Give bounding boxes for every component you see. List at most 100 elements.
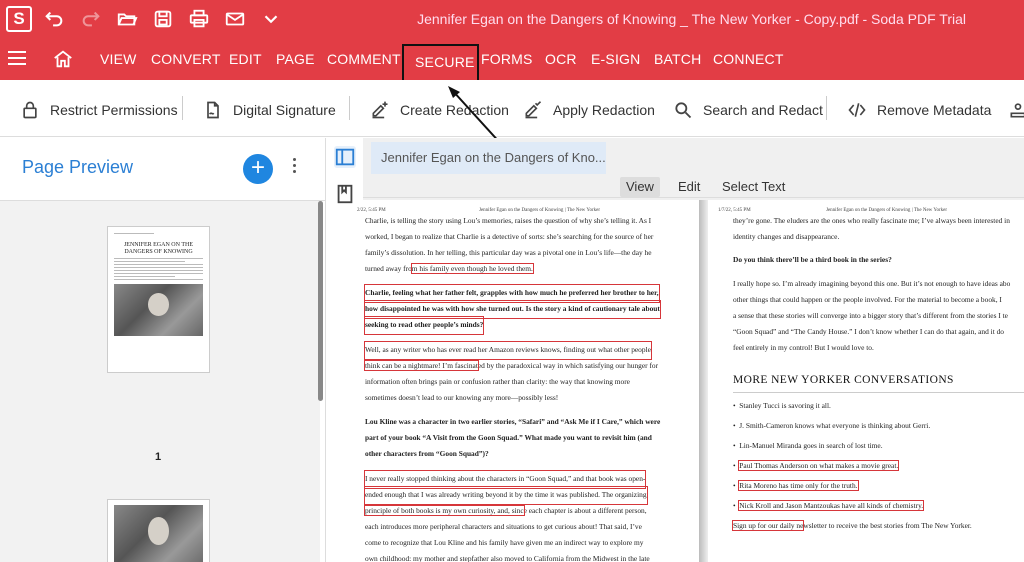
chevron-down-icon[interactable]	[260, 8, 282, 30]
author-photo	[114, 284, 203, 336]
lock-icon	[20, 100, 40, 120]
bookmark-icon[interactable]	[334, 183, 356, 205]
redo-icon[interactable]	[80, 8, 102, 30]
redaction-mark[interactable]: I never really stopped thinking about th…	[363, 470, 647, 489]
view-mode-view[interactable]: View	[620, 177, 660, 197]
soda-logo[interactable]: S	[6, 6, 32, 32]
page-preview-panel: Page Preview + JENNIFER EGAN ON THE DANG…	[0, 138, 326, 562]
redaction-mark[interactable]: ended enough that I was already writing …	[364, 486, 648, 505]
list-item[interactable]: • J. Smith-Cameron knows what everyone i…	[733, 421, 930, 430]
menu-esign[interactable]: E-SIGN	[591, 51, 640, 67]
paragraph-line: family’s dissolution. In her telling, th…	[365, 248, 652, 257]
create-redaction-button[interactable]: Create Redaction	[370, 98, 509, 122]
page-gap	[699, 200, 708, 562]
redaction-mark[interactable]: how disappointed he was with how she tur…	[364, 300, 661, 319]
add-page-button[interactable]: +	[243, 154, 273, 184]
list-item[interactable]: • Paul Thomas Anderson on what makes a m…	[733, 460, 900, 471]
paragraph-line: principle of both books is my own curios…	[364, 505, 647, 516]
menu-bar: VIEW CONVERT EDIT PAGE COMMENT FORMS OCR…	[0, 38, 1024, 80]
paragraph-line: turned away from his family even though …	[365, 263, 534, 274]
remove-metadata-button[interactable]: Remove Metadata	[847, 98, 991, 122]
apply-redaction-button[interactable]: Apply Redaction	[523, 98, 655, 122]
newsletter-line: Sign up for our daily newsletter to rece…	[731, 520, 972, 531]
menu-connect[interactable]: CONNECT	[713, 51, 784, 67]
menu-page[interactable]: PAGE	[276, 51, 315, 67]
email-icon[interactable]	[224, 8, 246, 30]
soda-pdf-window: S Jennifer Egan on the Dangers of Knowin…	[0, 0, 1024, 562]
home-icon[interactable]	[52, 48, 74, 70]
list-item[interactable]: • Stanley Tucci is savoring it all.	[733, 401, 831, 410]
paragraph-line: come to recognize that Lou Kline and his…	[365, 538, 644, 547]
create-redaction-label: Create Redaction	[400, 102, 509, 118]
search-and-redact-label: Search and Redact	[703, 102, 823, 118]
view-mode-bar: View Edit Select Text	[363, 176, 1024, 198]
question-line: other characters from “Goon Squad”)?	[365, 449, 489, 458]
paragraph-line: a sense that these stories will converge…	[733, 311, 1008, 320]
view-mode-select-text[interactable]: Select Text	[716, 177, 791, 197]
author-photo	[114, 505, 203, 562]
redaction-mark[interactable]: think can be a nightmare! I’m fascinat	[364, 360, 479, 371]
page-preview-title: Page Preview	[22, 157, 134, 177]
question-line: Lou Kline was a character in two earlier…	[365, 417, 661, 426]
open-folder-icon[interactable]	[116, 8, 138, 30]
redaction-mark: Rita Moreno has time only for the truth.	[738, 480, 859, 491]
page-thumbnail-2[interactable]	[107, 499, 210, 562]
redaction-mark[interactable]: Well, as any writer who has ever read he…	[364, 341, 652, 360]
question-line: part of your book “A Visit from the Goon…	[365, 433, 652, 442]
menu-batch[interactable]: BATCH	[654, 51, 701, 67]
pdf-page-2: 1/7/22, 5:45 PM Jennifer Egan on the Dan…	[708, 200, 1024, 562]
print-icon[interactable]	[188, 8, 210, 30]
view-mode-edit[interactable]: Edit	[672, 177, 706, 197]
redaction-apply-icon	[523, 100, 543, 120]
thumbnail-scrollbar[interactable]	[318, 201, 323, 401]
restrict-permissions-label: Restrict Permissions	[50, 102, 178, 118]
redaction-mark[interactable]: principle of both books is my own curios…	[364, 505, 525, 516]
redaction-mark[interactable]: Sign up for our daily ne	[731, 520, 805, 531]
question-line: Do you think there’ll be a third book in…	[733, 255, 892, 264]
menu-ocr[interactable]: OCR	[545, 51, 577, 67]
menu-edit[interactable]: EDIT	[229, 51, 262, 67]
signature-document-icon	[203, 100, 223, 120]
section-rule	[733, 392, 1024, 393]
menu-view[interactable]: VIEW	[100, 51, 137, 67]
save-icon[interactable]	[152, 8, 174, 30]
remove-metadata-label: Remove Metadata	[877, 102, 992, 118]
paragraph-line: feel entirely in my control! But I would…	[733, 343, 874, 352]
toolbar-divider	[349, 96, 350, 120]
redaction-mark[interactable]: Charlie, feeling what her father felt, g…	[364, 284, 660, 303]
digital-signature-button[interactable]: Digital Signature	[203, 98, 336, 122]
apply-redaction-label: Apply Redaction	[553, 102, 655, 118]
page-preview-toggle-icon[interactable]	[334, 146, 356, 168]
remove-metadata-icon	[847, 100, 867, 120]
search-and-redact-button[interactable]: Search and Redact	[673, 98, 823, 122]
title-bar: S Jennifer Egan on the Dangers of Knowin…	[0, 0, 1024, 38]
menu-comment[interactable]: COMMENT	[327, 51, 401, 67]
toolbar-divider	[182, 96, 183, 120]
list-item[interactable]: • Nick Kroll and Jason Mantzoukas have a…	[733, 500, 925, 511]
search-icon	[673, 100, 693, 120]
thumbnail-list: JENNIFER EGAN ON THE DANGERS OF KNOWING …	[0, 201, 320, 562]
redaction-mark[interactable]: m his family even though he loved them.	[410, 263, 534, 274]
undo-icon[interactable]	[43, 8, 65, 30]
window-title: Jennifer Egan on the Dangers of Knowing …	[417, 11, 966, 27]
hamburger-menu-icon[interactable]	[8, 51, 26, 65]
redaction-mark[interactable]: seeking to read other people’s minds?	[363, 316, 485, 335]
paragraph-line: sometimes doesn’t lead to our knowing an…	[365, 393, 559, 402]
more-options-icon[interactable]	[292, 158, 298, 178]
document-tab[interactable]: Jennifer Egan on the Dangers of Kno...	[371, 142, 606, 174]
page-number-1: 1	[155, 451, 162, 463]
restrict-permissions-button[interactable]: Restrict Permissions	[20, 98, 178, 122]
paragraph-line: “Goon Squad” and “The Candy House.” I do…	[733, 327, 1004, 336]
redaction-pen-plus-icon	[370, 100, 390, 120]
more-tools-icon[interactable]	[1008, 98, 1024, 122]
menu-forms[interactable]: FORMS	[481, 51, 533, 67]
list-item[interactable]: • Lin-Manuel Miranda goes in search of l…	[733, 441, 883, 450]
paragraph-line: I really hope so. I’m already imagining …	[733, 279, 1011, 288]
page-thumbnail-1[interactable]: JENNIFER EGAN ON THE DANGERS OF KNOWING	[107, 226, 210, 373]
list-item[interactable]: • Rita Moreno has time only for the trut…	[733, 480, 859, 491]
paragraph-line: information often brings pain or confusi…	[365, 377, 630, 386]
menu-secure[interactable]: SECURE	[415, 54, 475, 70]
thumbnail-title: JENNIFER EGAN ON THE DANGERS OF KNOWING	[123, 242, 194, 255]
menu-convert[interactable]: CONVERT	[151, 51, 221, 67]
redaction-mark: Paul Thomas Anderson on what makes a mov…	[738, 460, 900, 471]
